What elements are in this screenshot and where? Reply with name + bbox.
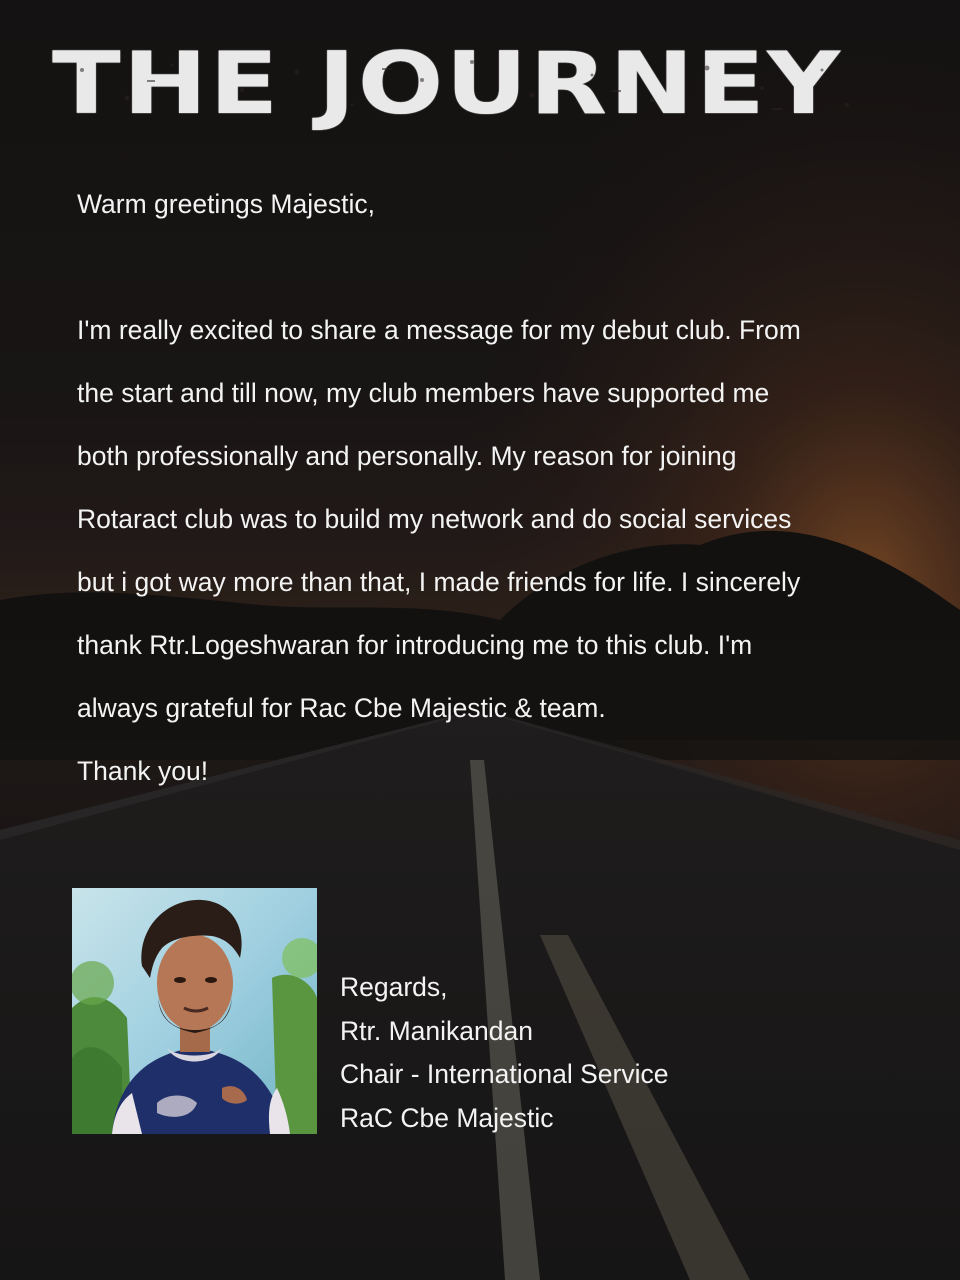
- signature-closing: Regards,: [340, 972, 448, 1002]
- greeting-text: Warm greetings Majestic,: [77, 189, 375, 219]
- signature-club: RaC Cbe Majestic: [340, 1103, 554, 1134]
- message-line: Thank you!: [77, 756, 209, 786]
- signature-name: Rtr. Manikandan: [340, 1015, 533, 1046]
- signature-role: Chair - International Service: [340, 1059, 669, 1090]
- message-line: Rotaract club was to build my network an…: [77, 504, 792, 534]
- signature-block: Regards, Rtr. Manikandan Chair - Interna…: [340, 966, 668, 1141]
- page-title: THE JOURNEY: [52, 34, 843, 134]
- message-line: thank Rtr.Logeshwaran for introducing me…: [77, 630, 753, 660]
- message-line: both professionally and personally. My r…: [77, 441, 737, 471]
- message-line: but i got way more than that, I made fri…: [77, 567, 801, 597]
- message-line: always grateful for Rac Cbe Majestic & t…: [77, 693, 606, 723]
- letter-body: Warm greetings Majestic, I'm really exci…: [77, 184, 887, 786]
- message-paragraph: I'm really excited to share a message fo…: [77, 310, 801, 814]
- message-line: the start and till now, my club members …: [77, 378, 770, 408]
- author-photo: [72, 888, 317, 1134]
- page: THE JOURNEY Warm greetings Majestic, I'm…: [0, 0, 960, 1280]
- message-line: I'm really excited to share a message fo…: [77, 315, 801, 345]
